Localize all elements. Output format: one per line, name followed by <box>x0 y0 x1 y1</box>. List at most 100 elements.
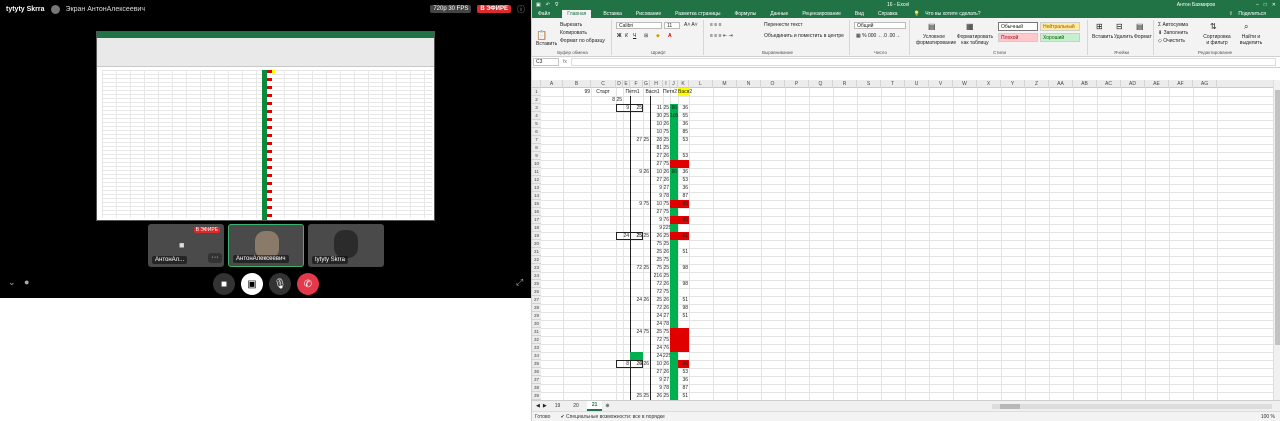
info-icon[interactable]: ⓘ <box>517 4 525 15</box>
row-header[interactable]: 11 <box>532 168 541 176</box>
cell-l[interactable]: 85 <box>678 128 689 136</box>
cell-i[interactable]: 27 <box>650 152 663 160</box>
cell-i[interactable]: 25 <box>650 256 663 264</box>
column-header[interactable]: B <box>563 80 591 88</box>
row-header[interactable]: 16 <box>532 208 541 216</box>
column-header[interactable]: Q <box>809 80 833 88</box>
cell-j[interactable]: 25 <box>663 144 670 152</box>
cell-i[interactable]: 25 <box>650 328 663 336</box>
column-header[interactable]: S <box>857 80 881 88</box>
row-header[interactable]: 37 <box>532 376 541 384</box>
microphone-button[interactable]: 🎙 <box>269 273 291 295</box>
cell-l[interactable]: 85 <box>678 216 689 224</box>
cell-j[interactable]: 26 <box>663 120 670 128</box>
cell-l[interactable]: 85 <box>678 200 689 208</box>
sheet-tab-active[interactable]: 21 <box>586 401 603 411</box>
column-header[interactable]: G <box>643 80 650 88</box>
next-sheet-icon[interactable]: ▶ <box>543 403 547 409</box>
cell-j[interactable]: 76 <box>663 344 670 352</box>
cell-j[interactable]: 26 <box>663 368 670 376</box>
cell-h[interactable]: 26 <box>643 296 650 304</box>
row-header[interactable]: 30 <box>532 320 541 328</box>
vertical-scrollbar[interactable] <box>1273 80 1280 400</box>
cell-l[interactable]: 36 <box>678 168 689 176</box>
cell-g[interactable]: 9 <box>630 168 643 176</box>
sheet-tab[interactable]: 19 <box>550 402 566 410</box>
underline-button[interactable]: Ч <box>633 33 636 39</box>
cell-header-petya1[interactable]: Петя1 <box>623 88 643 96</box>
cell-h[interactable]: 25 <box>643 232 650 240</box>
cell-i[interactable]: 72 <box>650 280 663 288</box>
style-bad[interactable]: Плохой <box>998 33 1038 42</box>
cell-j[interactable]: 25 <box>663 112 670 120</box>
cell-i[interactable]: 24 <box>650 352 663 360</box>
cell-l[interactable]: 51 <box>678 392 689 400</box>
cell-j[interactable]: 78 <box>663 192 670 200</box>
cell-i[interactable]: 10 <box>650 168 663 176</box>
cell-header-vasya1[interactable]: Вася1 <box>643 88 663 96</box>
prev-sheet-icon[interactable]: ◀ <box>536 403 540 409</box>
tab-view[interactable]: Вид <box>853 10 866 18</box>
cell-i[interactable]: 11 <box>650 104 663 112</box>
cell-i[interactable]: 9 <box>650 184 663 192</box>
cell-j[interactable]: 26 <box>663 296 670 304</box>
select-all-corner[interactable] <box>532 80 541 88</box>
zoom-level[interactable]: 100 % <box>1261 414 1275 420</box>
row-header[interactable]: 35 <box>532 360 541 368</box>
cell-j[interactable]: 25 <box>663 264 670 272</box>
merge-center-button[interactable]: Объединить и поместить в центре <box>764 33 844 39</box>
cell-g[interactable]: 24 <box>630 296 643 304</box>
cell-i[interactable]: 26 <box>650 232 663 240</box>
column-header[interactable]: Y <box>1001 80 1025 88</box>
quick-access-dropdown[interactable]: ᐁ <box>555 2 558 8</box>
cell-j[interactable]: 26 <box>663 360 670 368</box>
clear-button[interactable]: ◇ Очистить <box>1158 38 1185 44</box>
row-header[interactable]: 7 <box>532 136 541 144</box>
style-good[interactable]: Хороший <box>1040 33 1080 42</box>
cell-i[interactable]: 25 <box>650 296 663 304</box>
tab-file[interactable]: Файл <box>536 10 552 18</box>
paste-button[interactable]: Вставить <box>536 41 557 47</box>
cell-j[interactable]: 26 <box>663 248 670 256</box>
row-header[interactable]: 14 <box>532 192 541 200</box>
cell-g[interactable]: 27 <box>630 136 643 144</box>
user-name[interactable]: Антон Бахмиров <box>1177 2 1215 8</box>
undo-icon[interactable]: ↶ <box>546 2 550 8</box>
row-header[interactable]: 15 <box>532 200 541 208</box>
participant-tile-tytyty[interactable]: tytyty Skrra <box>308 224 384 267</box>
formula-input[interactable] <box>570 58 1276 66</box>
column-header[interactable]: P <box>785 80 809 88</box>
sort-filter-button[interactable]: Сортировка и фильтр <box>1202 34 1232 46</box>
cell-i[interactable]: 24 <box>650 320 663 328</box>
cell-i[interactable]: 9 <box>650 224 663 232</box>
cell-i[interactable]: 72 <box>650 304 663 312</box>
row-header[interactable]: 6 <box>532 128 541 136</box>
fx-icon[interactable]: fx <box>563 59 567 65</box>
cell-l[interactable]: 53 <box>678 176 689 184</box>
fill-color-icon[interactable]: ◆ <box>656 33 660 39</box>
insert-cells-button[interactable]: Вставить <box>1092 34 1113 40</box>
cell-b1[interactable]: 99 <box>563 88 591 96</box>
cell-j[interactable]: 75 <box>663 336 670 344</box>
cell-j[interactable]: 26 <box>663 176 670 184</box>
column-header[interactable]: E <box>623 80 630 88</box>
row-header[interactable]: 9 <box>532 152 541 160</box>
cell-l[interactable]: 55 <box>678 112 689 120</box>
add-sheet-icon[interactable]: ⊕ <box>605 403 609 409</box>
cell-h[interactable]: 75 <box>643 328 650 336</box>
column-header[interactable]: AC <box>1097 80 1121 88</box>
cell-c1[interactable]: Старт <box>591 88 616 96</box>
user-avatar-icon[interactable]: ● <box>24 277 29 287</box>
column-header[interactable]: I <box>663 80 670 88</box>
cell-j[interactable]: 25 <box>663 240 670 248</box>
participant-tile-anton[interactable]: АнтонАлексеевич <box>228 224 304 267</box>
format-cells-button[interactable]: Формат <box>1134 34 1152 40</box>
tab-draw[interactable]: Рисование <box>634 10 663 18</box>
row-header[interactable]: 2 <box>532 96 541 104</box>
cell-i[interactable]: 9 <box>650 384 663 392</box>
tab-insert[interactable]: Вставка <box>601 10 624 18</box>
cell-j[interactable]: 25 <box>663 392 670 400</box>
column-header[interactable]: D <box>616 80 623 88</box>
name-box[interactable]: C3 <box>533 58 559 66</box>
cell-i[interactable]: 72 <box>650 336 663 344</box>
